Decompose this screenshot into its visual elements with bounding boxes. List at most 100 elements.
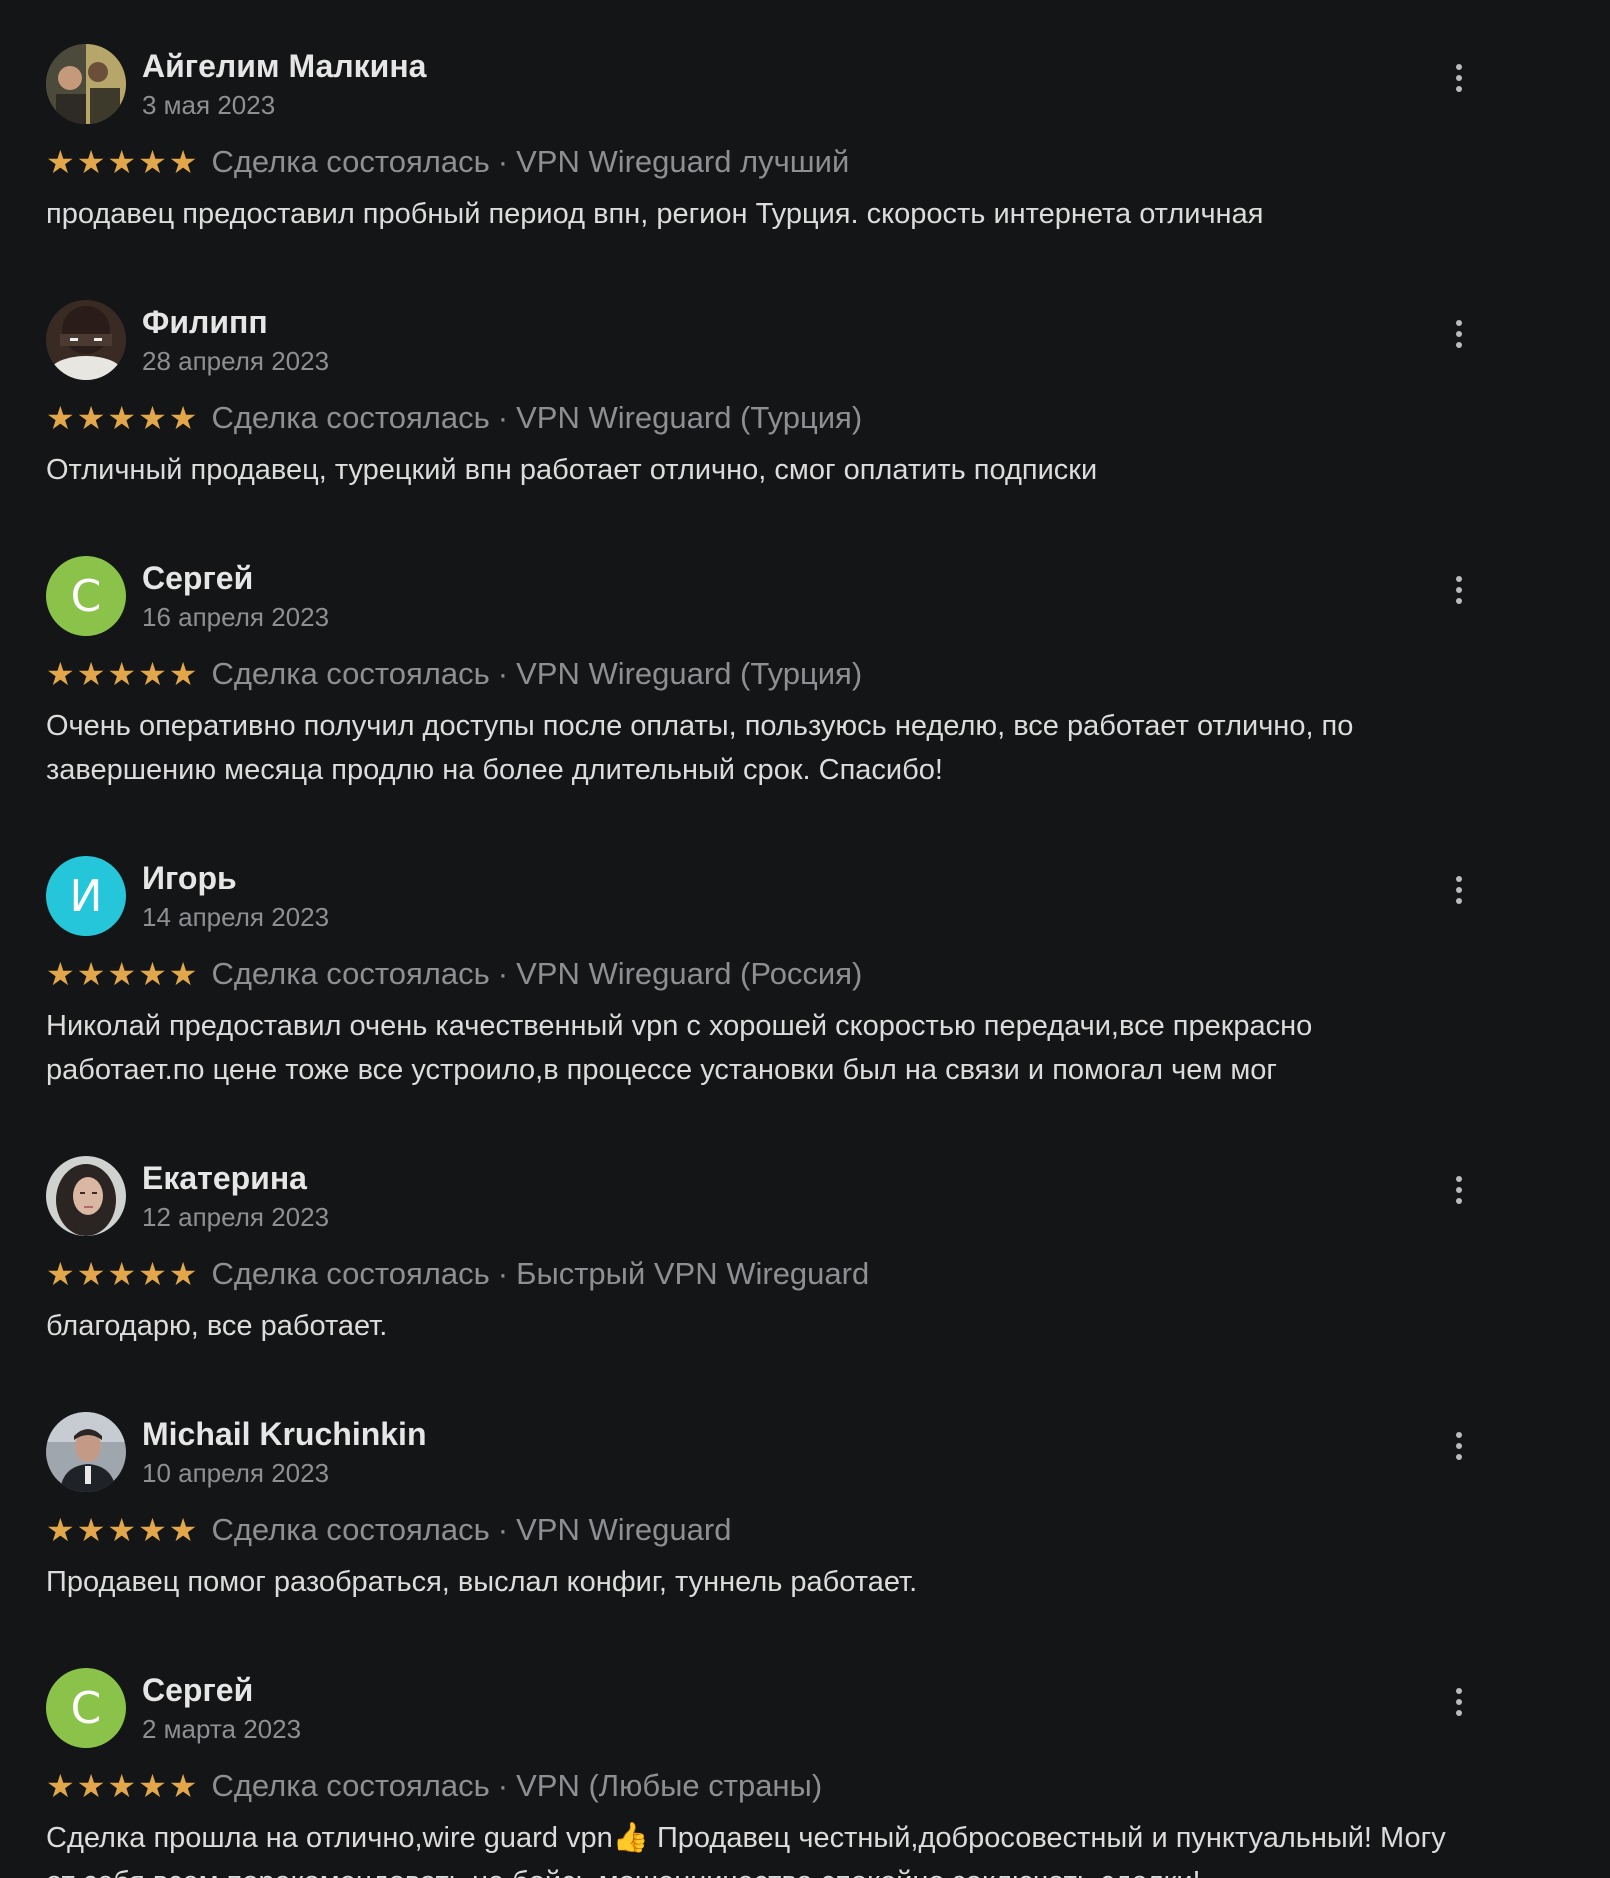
star-icon: ★ — [107, 655, 137, 693]
star-icon: ★ — [138, 1511, 167, 1549]
star-rating: ★ ★ ★ ★ ★ — [46, 1770, 197, 1802]
dot-icon — [1456, 876, 1462, 882]
star-icon: ★ — [107, 955, 137, 993]
separator: · — [497, 656, 509, 691]
star-rating: ★ ★ ★ ★ ★ — [46, 658, 197, 690]
product-link[interactable]: VPN Wireguard лучший — [516, 144, 849, 180]
dot-icon — [1456, 86, 1462, 92]
reviewer-name[interactable]: Сергей — [142, 560, 253, 597]
star-icon: ★ — [76, 955, 106, 993]
avatar[interactable] — [46, 1156, 126, 1236]
dot-icon — [1456, 1699, 1462, 1705]
star-icon: ★ — [46, 955, 75, 993]
avatar[interactable]: С — [46, 1668, 126, 1748]
more-options-button[interactable] — [1444, 1426, 1474, 1466]
avatar[interactable] — [46, 44, 126, 124]
star-icon: ★ — [76, 143, 106, 181]
product-link[interactable]: VPN (Любые страны) — [516, 1768, 822, 1804]
star-icon: ★ — [138, 1255, 167, 1293]
star-rating: ★ ★ ★ ★ ★ — [46, 402, 197, 434]
review-header: Филипп 28 апреля 2023 — [46, 300, 1486, 380]
product-link[interactable]: VPN Wireguard (Турция) — [516, 400, 862, 436]
reviewer-name[interactable]: Игорь — [142, 860, 237, 897]
separator: · — [497, 400, 509, 435]
deal-status: Сделка состоялась — [211, 144, 490, 179]
review-date: 3 мая 2023 — [142, 90, 276, 120]
reviewer-name[interactable]: Michail Kruchinkin — [142, 1416, 426, 1453]
star-icon: ★ — [46, 143, 75, 181]
reviewer-name[interactable]: Екатерина — [142, 1160, 307, 1197]
review-text: продавец предоставил пробный период впн,… — [46, 198, 1264, 230]
review-date: 14 апреля 2023 — [142, 902, 330, 932]
product-link[interactable]: VPN Wireguard (Турция) — [516, 656, 862, 692]
review-card: Екатерина 12 апреля 2023 ★ ★ ★ ★ ★ Сделк… — [46, 1156, 1486, 1348]
review-text: благодарю, все работает. — [46, 1310, 388, 1342]
review-text: Николай предоставил очень качественный v… — [46, 1010, 1313, 1086]
review-date: 16 апреля 2023 — [142, 602, 330, 632]
star-icon: ★ — [168, 1255, 198, 1293]
review-date: 12 апреля 2023 — [142, 1202, 330, 1232]
rating-line: ★ ★ ★ ★ ★ Сделка состоялась · VPN Wiregu… — [46, 1508, 1486, 1552]
reviewer-name[interactable]: Айгелим Малкина — [142, 48, 426, 85]
dot-icon — [1456, 576, 1462, 582]
dot-icon — [1456, 598, 1462, 604]
dot-icon — [1456, 64, 1462, 70]
star-icon: ★ — [138, 955, 167, 993]
review-text: Продавец помог разобраться, выслал конфи… — [46, 1566, 918, 1598]
avatar-photo — [46, 1156, 126, 1236]
star-icon: ★ — [107, 399, 137, 437]
review-header: С Сергей 16 апреля 2023 — [46, 556, 1486, 636]
star-icon: ★ — [76, 1767, 106, 1805]
reviewer-name[interactable]: Филипп — [142, 304, 268, 341]
review-header: Айгелим Малкина 3 мая 2023 — [46, 44, 1486, 124]
rating-line: ★ ★ ★ ★ ★ Сделка состоялась · VPN Wiregu… — [46, 140, 1486, 184]
separator: · — [497, 1768, 509, 1803]
review-text: Отличный продавец, турецкий впн работает… — [46, 454, 1098, 486]
separator: · — [497, 1256, 509, 1291]
deal-status: Сделка состоялась — [211, 1256, 490, 1291]
deal-status: Сделка состоялась — [211, 400, 490, 435]
dot-icon — [1456, 1710, 1462, 1716]
rating-line: ★ ★ ★ ★ ★ Сделка состоялась · Быстрый VP… — [46, 1252, 1486, 1296]
star-icon: ★ — [107, 1511, 137, 1549]
review-date: 28 апреля 2023 — [142, 346, 330, 376]
dot-icon — [1456, 75, 1462, 81]
star-icon: ★ — [168, 655, 198, 693]
more-options-button[interactable] — [1444, 1682, 1474, 1722]
star-icon: ★ — [168, 1767, 198, 1805]
dot-icon — [1456, 587, 1462, 593]
product-link[interactable]: Быстрый VPN Wireguard — [516, 1256, 869, 1292]
star-icon: ★ — [168, 1511, 198, 1549]
more-options-button[interactable] — [1444, 314, 1474, 354]
more-options-button[interactable] — [1444, 570, 1474, 610]
separator: · — [497, 144, 509, 179]
star-icon: ★ — [107, 1255, 137, 1293]
more-options-button[interactable] — [1444, 870, 1474, 910]
deal-status: Сделка состоялась — [211, 1768, 490, 1803]
star-rating: ★ ★ ★ ★ ★ — [46, 1258, 197, 1290]
star-icon: ★ — [46, 1255, 75, 1293]
reviewer-name[interactable]: Сергей — [142, 1672, 253, 1709]
product-link[interactable]: VPN Wireguard — [516, 1512, 731, 1548]
star-icon: ★ — [46, 1511, 75, 1549]
avatar[interactable]: С — [46, 556, 126, 636]
review-card: Айгелим Малкина 3 мая 2023 ★ ★ ★ ★ ★ Сде… — [46, 44, 1486, 236]
avatar[interactable] — [46, 300, 126, 380]
star-icon: ★ — [138, 655, 167, 693]
dot-icon — [1456, 1432, 1462, 1438]
star-icon: ★ — [138, 1767, 167, 1805]
dot-icon — [1456, 342, 1462, 348]
review-header: Екатерина 12 апреля 2023 — [46, 1156, 1486, 1236]
star-rating: ★ ★ ★ ★ ★ — [46, 146, 197, 178]
product-link[interactable]: VPN Wireguard (Россия) — [516, 956, 862, 992]
review-card: С Сергей 2 марта 2023 ★ ★ ★ ★ ★ Сделка с… — [46, 1668, 1486, 1878]
more-options-button[interactable] — [1444, 58, 1474, 98]
dot-icon — [1456, 320, 1462, 326]
rating-line: ★ ★ ★ ★ ★ Сделка состоялась · VPN Wiregu… — [46, 396, 1486, 440]
review-date: 10 апреля 2023 — [142, 1458, 330, 1488]
dot-icon — [1456, 1443, 1462, 1449]
rating-line: ★ ★ ★ ★ ★ Сделка состоялась · VPN Wiregu… — [46, 952, 1486, 996]
avatar[interactable]: И — [46, 856, 126, 936]
avatar[interactable] — [46, 1412, 126, 1492]
more-options-button[interactable] — [1444, 1170, 1474, 1210]
